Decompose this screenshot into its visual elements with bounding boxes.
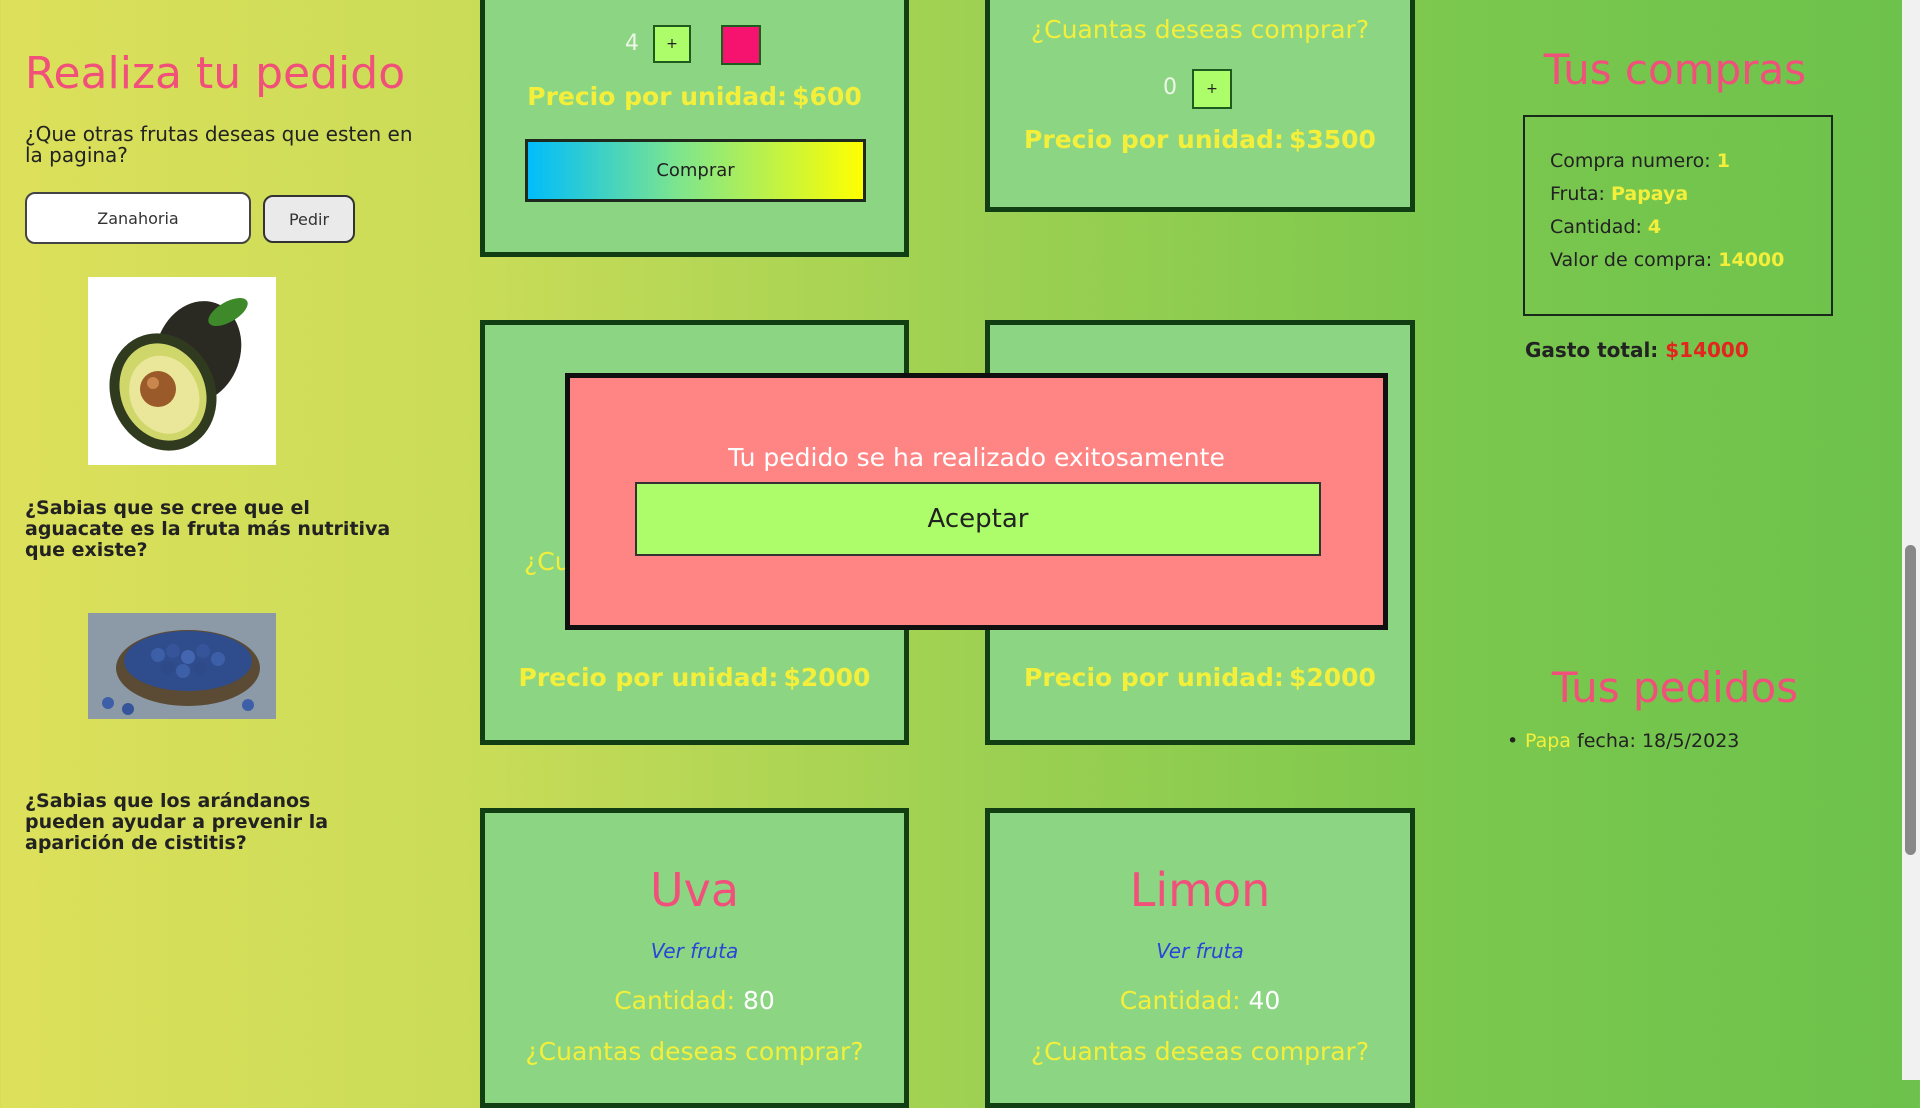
order-title: Realiza tu pedido	[24, 48, 406, 99]
purchase-fruit-line: Fruta: Papaya	[1550, 183, 1831, 205]
purchase-qty: 4	[1647, 216, 1662, 238]
price-line: Precio por unidad: $2000	[485, 663, 904, 692]
total-spent-label: Gasto total:	[1525, 338, 1659, 362]
purchase-fruit-label: Fruta:	[1550, 183, 1605, 205]
avocado-fact: ¿Sabias que se cree que el aguacate es l…	[25, 497, 391, 561]
orders-title: Tus pedidos	[1551, 663, 1799, 712]
product-card-top-left: 4 + Precio por unidad: $600 Comprar	[480, 0, 909, 257]
success-modal: Tu pedido se ha realizado exitosamente A…	[565, 373, 1388, 630]
total-spent-value: $14000	[1665, 338, 1749, 362]
purchase-number-line: Compra numero: 1	[1550, 150, 1831, 172]
order-date-label: fecha:	[1577, 730, 1636, 752]
request-button[interactable]: Pedir	[263, 195, 355, 243]
list-item: Papa fecha: 18/5/2023	[1507, 730, 1739, 752]
plus-icon[interactable]: +	[653, 25, 691, 63]
scrollbar-thumb[interactable]	[1905, 545, 1916, 855]
total-spent: Gasto total: $14000	[1525, 338, 1749, 362]
purchase-value-label: Valor de compra:	[1550, 249, 1713, 271]
purchase-qty-line: Cantidad: 4	[1550, 216, 1831, 238]
purchase-fruit: Papaya	[1610, 183, 1689, 205]
stock-label: Cantidad:	[1119, 986, 1241, 1015]
buy-button[interactable]: Comprar	[525, 139, 866, 202]
how-many-question: ¿Cu	[524, 547, 571, 576]
quantity-value: 0	[1163, 75, 1177, 100]
product-card-top-right: ¿Cuantas deseas comprar? 0 + Precio por …	[985, 0, 1415, 212]
purchase-number: 1	[1716, 150, 1730, 172]
price-value: $3500	[1288, 125, 1376, 154]
fruit-request-input[interactable]	[25, 192, 251, 244]
purchase-qty-label: Cantidad:	[1550, 216, 1642, 238]
how-many-question: ¿Cuantas deseas comprar?	[1030, 1037, 1370, 1066]
avocado-image	[88, 277, 276, 465]
quantity-value: 4	[625, 31, 639, 56]
color-swatch	[721, 25, 761, 65]
price-value: $600	[792, 82, 862, 111]
how-many-question: ¿Cuantas deseas comprar?	[525, 1037, 864, 1066]
order-item: Papa	[1525, 730, 1571, 752]
how-many-question: ¿Cuantas deseas comprar?	[1030, 15, 1370, 44]
purchase-summary: Compra numero: 1 Fruta: Papaya Cantidad:…	[1523, 115, 1833, 316]
price-label: Precio por unidad:	[1024, 125, 1284, 154]
price-label: Precio por unidad:	[1024, 663, 1284, 692]
order-question: ¿Que otras frutas deseas que esten en la…	[25, 122, 413, 167]
stock-line: Cantidad: 40	[990, 986, 1410, 1015]
orders-list: Papa fecha: 18/5/2023	[1507, 730, 1739, 752]
stock-label: Cantidad:	[614, 986, 736, 1015]
plus-icon[interactable]: +	[1192, 69, 1232, 109]
purchases-title: Tus compras	[1543, 45, 1807, 94]
purchase-value: 14000	[1718, 249, 1785, 271]
price-line: Precio por unidad: $3500	[990, 125, 1410, 154]
blueberry-fact: ¿Sabias que los arándanos pueden ayudar …	[25, 790, 329, 854]
stock-value: 40	[1248, 986, 1281, 1015]
order-date: 18/5/2023	[1641, 730, 1740, 752]
success-message: Tu pedido se ha realizado exitosamente	[728, 443, 1225, 472]
scrollbar-track[interactable]	[1902, 0, 1920, 1080]
blueberries-image	[88, 613, 276, 719]
price-line: Precio por unidad: $2000	[990, 663, 1410, 692]
price-label: Precio por unidad:	[527, 82, 788, 111]
stock-line: Cantidad: 80	[485, 986, 904, 1015]
purchase-number-label: Compra numero:	[1550, 150, 1711, 172]
fruit-name: Limon	[1129, 863, 1271, 917]
price-value: $2000	[783, 663, 871, 692]
stock-value: 80	[743, 986, 775, 1015]
view-fruit-link[interactable]: Ver fruta	[651, 939, 738, 963]
price-label: Precio por unidad:	[518, 663, 779, 692]
product-card-limon: Limon Ver fruta Cantidad: 40 ¿Cuantas de…	[985, 808, 1415, 1108]
accept-button[interactable]: Aceptar	[635, 482, 1321, 556]
view-fruit-link[interactable]: Ver fruta	[1156, 939, 1243, 963]
price-line: Precio por unidad: $600	[485, 82, 904, 111]
fruit-name: Uva	[649, 863, 740, 917]
price-value: $2000	[1288, 663, 1376, 692]
product-card-uva: Uva Ver fruta Cantidad: 80 ¿Cuantas dese…	[480, 808, 909, 1108]
purchase-value-line: Valor de compra: 14000	[1550, 249, 1831, 271]
